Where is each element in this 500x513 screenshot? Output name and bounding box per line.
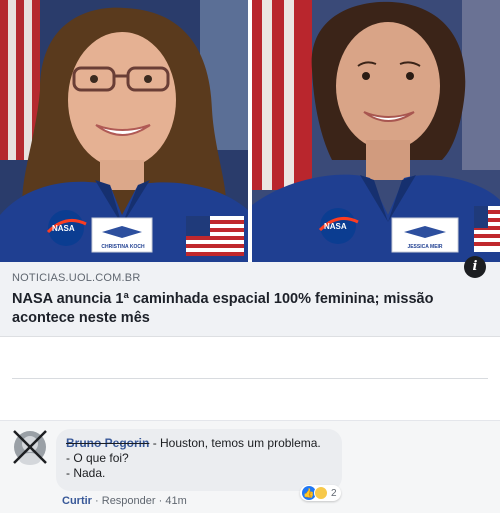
astronaut-portrait-left bbox=[0, 0, 248, 262]
nasa-badge-left: NASA bbox=[52, 224, 75, 233]
like-link[interactable]: Curtir bbox=[62, 495, 92, 507]
separator-1: · bbox=[95, 495, 99, 507]
comment-text-2: - O que foi? bbox=[66, 451, 129, 465]
comment-bubble: Bruno Pegorin - Houston, temos um proble… bbox=[56, 429, 342, 491]
reply-link[interactable]: Responder bbox=[102, 495, 156, 507]
name-tag-left: CHRISTINA KOCH bbox=[101, 244, 145, 250]
article-headline[interactable]: NASA anuncia 1ª caminhada espacial 100% … bbox=[12, 290, 452, 328]
article-domain: NOTICIAS.UOL.COM.BR bbox=[12, 272, 141, 284]
comment-actions: Curtir · Responder · 41m bbox=[62, 495, 187, 507]
comment-reactions[interactable]: 👍 2 bbox=[300, 485, 341, 501]
article-image[interactable]: NASA CHRISTINA KOCH NASA JESSICA MEIR bbox=[0, 0, 500, 262]
info-icon[interactable]: i bbox=[464, 256, 486, 278]
post-reaction-area bbox=[0, 338, 500, 423]
commenter-avatar[interactable] bbox=[12, 429, 48, 465]
comment-line-1: Bruno Pegorin - Houston, temos um proble… bbox=[66, 436, 332, 451]
astronaut-portrait-right bbox=[252, 0, 500, 262]
reaction-count: 2 bbox=[331, 487, 337, 499]
haha-reaction-icon bbox=[314, 486, 328, 500]
astronaut-photo-right[interactable]: NASA JESSICA MEIR bbox=[252, 0, 500, 262]
comment-author[interactable]: Bruno Pegorin bbox=[66, 436, 149, 450]
comment-text-1: - Houston, temos um problema. bbox=[152, 436, 321, 450]
divider bbox=[12, 378, 488, 379]
separator-2: · bbox=[158, 495, 163, 507]
name-tag-right: JESSICA MEIR bbox=[407, 244, 443, 250]
comment-timestamp[interactable]: 41m bbox=[165, 495, 186, 507]
link-preview[interactable]: NOTICIAS.UOL.COM.BR NASA anuncia 1ª cami… bbox=[0, 256, 500, 337]
nasa-badge-right: NASA bbox=[324, 222, 347, 231]
comment-section: Bruno Pegorin - Houston, temos um proble… bbox=[0, 420, 500, 513]
astronaut-photo-left[interactable]: NASA CHRISTINA KOCH bbox=[0, 0, 248, 262]
comment-text-3: - Nada. bbox=[66, 466, 106, 480]
